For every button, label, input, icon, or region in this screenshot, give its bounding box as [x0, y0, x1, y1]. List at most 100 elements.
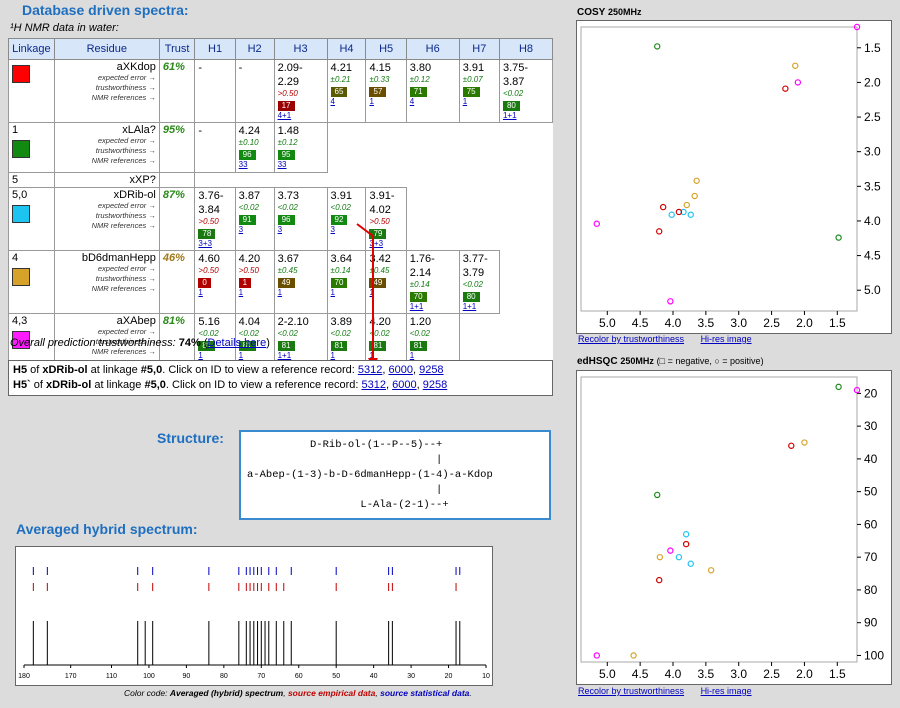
- reference-link[interactable]: 1+1: [503, 111, 549, 121]
- linkage-cell: 5,0: [8, 187, 55, 251]
- cosy-recolor-link[interactable]: Recolor by trustworthiness: [578, 334, 684, 344]
- hsqc-recolor-link[interactable]: Recolor by trustworthiness: [578, 686, 684, 696]
- expected-error: <0.02: [238, 203, 259, 212]
- x-tick-label: 3.0: [730, 316, 747, 330]
- reference-link[interactable]: 1: [278, 288, 324, 298]
- trust-badge: 95: [277, 150, 295, 160]
- row-legend: expected error →: [97, 73, 156, 82]
- col-header-h8: H8: [498, 38, 554, 60]
- trust-badge: 91: [238, 215, 256, 225]
- linkage-id: #5,0: [140, 364, 163, 376]
- color-code-label: Color code:: [124, 688, 170, 698]
- ref-link-6000[interactable]: 6000: [392, 379, 416, 391]
- h1-cell: 3.76-3.84 >0.50 78 3+3: [194, 187, 236, 251]
- x-tick-label: 2.0: [796, 316, 813, 330]
- shift-value: 3.75-3.87: [502, 62, 529, 88]
- h7-cell: [459, 188, 499, 251]
- reference-link[interactable]: 4: [331, 97, 363, 107]
- hsqc-hires-link[interactable]: Hi-res image: [701, 686, 752, 696]
- reference-line-1: H5 of xDRib-ol at linkage #5,0. Click on…: [13, 364, 444, 376]
- reference-link[interactable]: 33: [278, 160, 324, 170]
- h7-cell: [459, 314, 499, 364]
- expected-error: ±0.14: [409, 280, 430, 289]
- residue-cell: bD6dmanHepp expected error → trustworthine…: [53, 250, 160, 314]
- expected-error: ±0.10: [238, 138, 259, 147]
- reference-link[interactable]: 1: [369, 97, 402, 107]
- trust-badge: 80: [502, 101, 520, 111]
- reference-link[interactable]: 3+3: [198, 239, 231, 249]
- reference-link[interactable]: 1+1: [463, 302, 496, 312]
- cosy-hires-link[interactable]: Hi-res image: [701, 334, 752, 344]
- linkage-value: 4: [12, 252, 19, 264]
- hsqc-title: edHSQC 250MHz (□ = negative, ○ = positiv…: [577, 356, 764, 367]
- reference-link[interactable]: 1+1: [410, 302, 456, 312]
- linkage-value: 5,0: [12, 189, 28, 201]
- expected-error: <0.02: [277, 203, 298, 212]
- x-tick-label: 2.5: [763, 316, 780, 330]
- trust-badge: 65: [330, 87, 348, 97]
- nmr-table: Linkage Residue Trust H1 H2 H3 H4 H5 H6 H7 H8 aXKd…: [8, 38, 554, 364]
- ref-link-9258[interactable]: 9258: [419, 364, 443, 376]
- x-tick-label: 2.0: [796, 667, 813, 681]
- linkage-value: 1: [12, 124, 19, 136]
- residue-name: xLAla?: [122, 124, 156, 136]
- h3-cell: 1.48 ±0.12 95 33: [273, 122, 328, 173]
- reference-link[interactable]: 3: [239, 225, 271, 235]
- shift-value: 4.60: [198, 253, 220, 265]
- empty-cell: [194, 172, 553, 188]
- residue-color-swatch: [12, 140, 30, 158]
- details-link[interactable]: Details here: [208, 337, 267, 349]
- expected-error: ±0.12: [277, 138, 298, 147]
- h1-cell: -: [194, 122, 236, 173]
- reference-link[interactable]: 3: [278, 225, 324, 235]
- reference-link[interactable]: 4+1: [278, 111, 324, 121]
- x-tick-label: 2.5: [763, 667, 780, 681]
- x-tick-label: 3.0: [730, 667, 747, 681]
- text-at-linkage: at linkage: [91, 379, 145, 391]
- h2-cell: 3.87 <0.02 91 3: [234, 187, 275, 251]
- y-tick-label: 70: [864, 550, 878, 564]
- shift-value: 3.67: [277, 253, 300, 265]
- shift-value: 3.77-3.79: [462, 253, 488, 279]
- h3-cell: 2-2.10 <0.02 81 1+1: [273, 313, 328, 364]
- y-tick-label: 4.5: [864, 249, 881, 263]
- x-tick-label: 4.0: [665, 667, 682, 681]
- h8-cell: [499, 314, 552, 364]
- linkage-cell: 1: [8, 122, 55, 173]
- reference-link[interactable]: 1: [239, 288, 271, 298]
- cosy-title: COSY 250MHz: [577, 7, 641, 18]
- x-tick-label: 1.5: [829, 316, 846, 330]
- overall-value: 74%: [178, 337, 201, 349]
- reference-info-box: H5 of xDRib-ol at linkage #5,0. Click on…: [8, 360, 553, 396]
- trust-badge: 78: [198, 229, 216, 239]
- hsqc-links: Recolor by trustworthiness Hi-res image: [578, 686, 752, 696]
- reference-line-2: H5` of xDRib-ol at linkage #5,0. Click o…: [13, 379, 448, 391]
- trust-cell: [158, 172, 196, 188]
- trust-badge: 96: [238, 150, 256, 160]
- y-tick-label: 3.0: [864, 145, 881, 159]
- expected-error: >0.50: [198, 217, 219, 226]
- text-at-linkage: at linkage: [87, 364, 141, 376]
- shift-value: 4.15: [369, 62, 391, 74]
- h6-cell: [406, 188, 459, 251]
- ref-link-9258[interactable]: 9258: [423, 379, 447, 391]
- reference-link[interactable]: 4: [410, 97, 456, 107]
- y-tick-label: 20: [864, 386, 878, 400]
- ref-link-5312[interactable]: 5312: [362, 379, 386, 391]
- reference-link[interactable]: 1: [198, 288, 231, 298]
- col-header-h4: H4: [326, 38, 367, 60]
- h8-cell: [499, 123, 552, 173]
- reference-link[interactable]: 1: [463, 97, 496, 107]
- linkage-id: #5,0: [144, 379, 166, 391]
- hybrid-spectrum-panel: 180 170 110 100 90 80 70 60 50 40 30 20 10: [15, 546, 493, 686]
- col-header-h6: H6: [405, 38, 460, 60]
- shift-value: -: [198, 62, 203, 74]
- ref-link-5312[interactable]: 5312: [358, 364, 382, 376]
- shift-value: 4.24: [238, 125, 261, 137]
- row-legend: trustworthiness →: [95, 274, 156, 283]
- reference-link[interactable]: 33: [239, 160, 271, 170]
- h4-cell: [327, 123, 366, 173]
- row-legend: NMR references →: [91, 156, 156, 165]
- ref-link-6000[interactable]: 6000: [388, 364, 412, 376]
- x-tick-label: 80: [220, 673, 228, 680]
